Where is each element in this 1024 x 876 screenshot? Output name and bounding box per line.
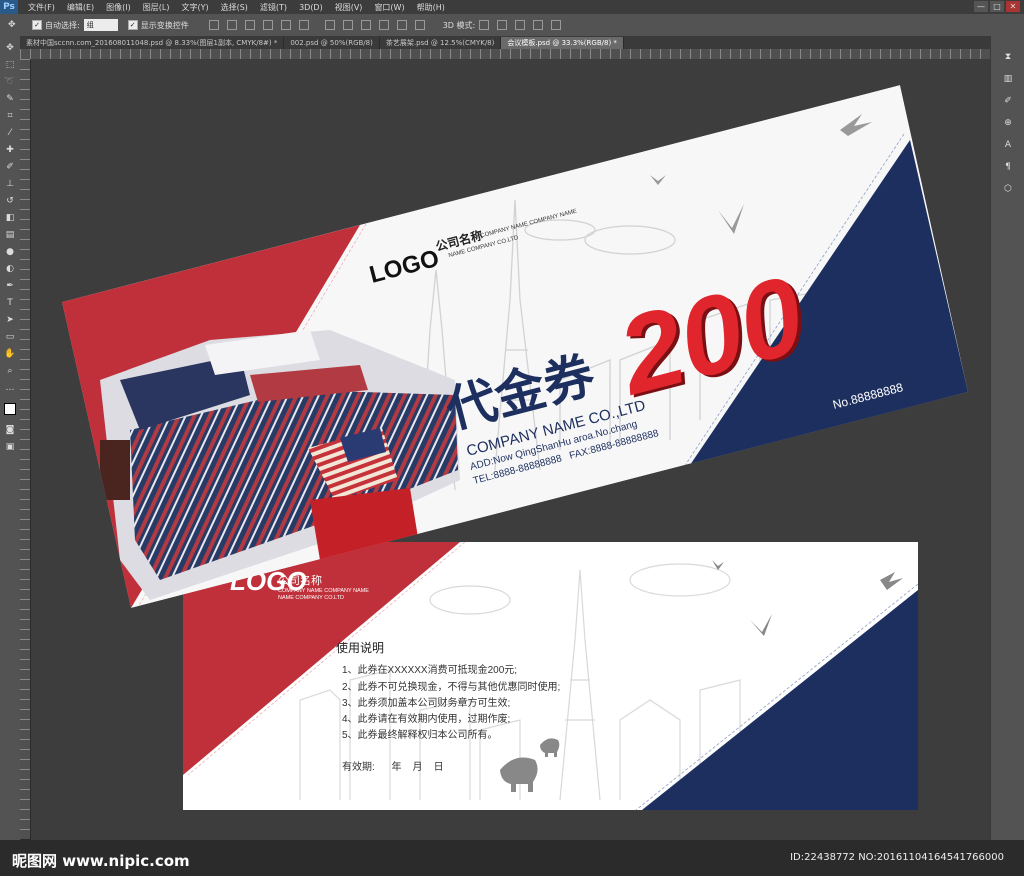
distribute-center-icon[interactable] — [396, 20, 407, 30]
distribute-bottom-icon[interactable] — [360, 20, 371, 30]
photoshop-logo-icon: Ps — [0, 0, 18, 14]
3d-pan-icon[interactable] — [515, 20, 526, 30]
type-tool-icon[interactable]: T — [3, 296, 17, 310]
back-company-en-2: NAME COMPANY CO.LTD — [278, 595, 344, 601]
quick-select-tool-icon[interactable]: ✎ — [3, 92, 17, 106]
maximize-button[interactable]: □ — [990, 1, 1004, 12]
character-panel-icon[interactable]: A — [1000, 138, 1016, 152]
align-center-icon[interactable] — [280, 20, 291, 30]
auto-select-dropdown[interactable]: 组 — [83, 19, 118, 31]
menu-filter[interactable]: 滤镜(T) — [260, 2, 287, 13]
eyedropper-tool-icon[interactable]: ⁄ — [3, 126, 17, 140]
tab-document-4[interactable]: 会议模板.psd @ 33.3%(RGB/8) * — [501, 37, 624, 49]
show-transform-checkbox[interactable]: ✓ — [127, 20, 138, 30]
voucher-artwork: LOGO 公司名称 COMPANY NAME COMPANY NAME NAME… — [62, 85, 968, 810]
path-select-tool-icon[interactable]: ➤ — [3, 313, 17, 327]
panel-dock: ⧗ ▥ ✐ ⊕ A ¶ ⬡ — [990, 36, 1024, 850]
minimize-button[interactable]: — — [974, 1, 988, 12]
quick-mask-icon[interactable]: ◙ — [3, 423, 17, 437]
document-tabs: 素材中国sccnn.com_20160801104​8.psd @ 8.33%(… — [20, 37, 990, 49]
3d-slide-icon[interactable] — [533, 20, 544, 30]
brush-tool-icon[interactable]: ✐ — [3, 160, 17, 174]
instructions-title: 使用说明 — [336, 640, 384, 655]
menu-layer[interactable]: 图层(L) — [143, 2, 170, 13]
instruction-3: 3、此券须加盖本公司财务章方可生效; — [342, 696, 510, 709]
lasso-tool-icon[interactable]: ➰ — [3, 75, 17, 89]
clone-source-panel-icon[interactable]: ⊕ — [1000, 116, 1016, 130]
menu-view[interactable]: 视图(V) — [335, 2, 363, 13]
move-tool-icon[interactable]: ✥ — [3, 41, 17, 55]
close-button[interactable]: ✕ — [1006, 1, 1020, 12]
show-transform-label: 显示变换控件 — [140, 20, 189, 30]
instruction-2: 2、此券不可兑换现金，不得与其他优惠同时使用; — [342, 680, 560, 693]
brush-panel-icon[interactable]: ✐ — [1000, 94, 1016, 108]
front-card: LOGO 公司名称 COMPANY NAME COMPANY NAME NAME… — [62, 85, 968, 608]
nipic-site-label: 昵图网 www.nipic.com — [12, 852, 190, 870]
mode-3d-label: 3D 模式: — [442, 20, 476, 30]
back-company-en-1: COMPANY NAME COMPANY NAME — [278, 588, 369, 594]
distribute-middle-icon[interactable] — [342, 20, 353, 30]
align-left-icon[interactable] — [262, 20, 273, 30]
menu-file[interactable]: 文件(F) — [28, 2, 55, 13]
menu-type[interactable]: 文字(Y) — [181, 2, 208, 13]
tools-panel: ✥ ⬚ ➰ ✎ ⌗ ⁄ ✚ ✐ ⊥ ↺ ◧ ▤ ● ◐ ✒ T ➤ ▭ ✋ ⌕ … — [0, 36, 21, 844]
menu-help[interactable]: 帮助(H) — [417, 2, 445, 13]
menu-window[interactable]: 窗口(W) — [374, 2, 404, 13]
auto-select-checkbox[interactable]: ✓ — [32, 20, 42, 30]
eraser-tool-icon[interactable]: ◧ — [3, 211, 17, 225]
zoom-tool-icon[interactable]: ⌕ — [3, 364, 17, 378]
gradient-tool-icon[interactable]: ▤ — [3, 228, 17, 242]
document-canvas[interactable]: LOGO 公司名称 COMPANY NAME COMPANY NAME NAME… — [31, 59, 990, 840]
validity-line: 有效期: 年 月 日 — [342, 760, 444, 773]
auto-select-label: 自动选择: — [45, 20, 80, 30]
align-bottom-icon[interactable] — [244, 20, 255, 30]
pen-tool-icon[interactable]: ✒ — [3, 279, 17, 293]
dodge-tool-icon[interactable]: ◐ — [3, 262, 17, 276]
options-bar: ✥ ✓ 自动选择: 组 ✓ 显示变换控件 3D 模式: — [0, 14, 1024, 37]
menu-image[interactable]: 图像(I) — [106, 2, 131, 13]
image-id-label: ID:22438772 NO:20161104164541766000 — [790, 852, 1004, 863]
healing-brush-tool-icon[interactable]: ✚ — [3, 143, 17, 157]
distribute-right-icon[interactable] — [414, 20, 425, 30]
tab-document-3[interactable]: 茶艺展架.psd @ 12.5%(CMYK/8) — [380, 37, 502, 49]
instruction-4: 4、此券请在有效期内使用，过期作废; — [342, 712, 510, 725]
hand-tool-icon[interactable]: ✋ — [3, 347, 17, 361]
3d-scale-icon[interactable] — [551, 20, 562, 30]
back-card: LOGO 公司名称 COMPANY NAME COMPANY NAME NAME… — [183, 541, 918, 810]
more-tools-icon[interactable]: … — [3, 381, 17, 395]
instruction-5: 5、此券最终解释权归本公司所有。 — [342, 728, 498, 741]
distribute-left-icon[interactable] — [378, 20, 389, 30]
menu-edit[interactable]: 编辑(E) — [67, 2, 94, 13]
tab-document-2[interactable]: 002.psd @ 50%(RGB/8) — [284, 37, 380, 49]
distribute-top-icon[interactable] — [324, 20, 335, 30]
clone-stamp-tool-icon[interactable]: ⊥ — [3, 177, 17, 191]
history-panel-icon[interactable]: ⧗ — [1000, 50, 1016, 64]
instruction-1: 1、此券在XXXXXX消费可抵现金200元; — [342, 663, 517, 676]
tab-document-1[interactable]: 素材中国sccnn.com_20160801104​8.psd @ 8.33%(… — [20, 37, 285, 49]
history-brush-tool-icon[interactable]: ↺ — [3, 194, 17, 208]
3d-rotate-icon[interactable] — [479, 20, 490, 30]
rectangle-tool-icon[interactable]: ▭ — [3, 330, 17, 344]
paragraph-panel-icon[interactable]: ¶ — [1000, 160, 1016, 174]
3d-roll-icon[interactable] — [497, 20, 508, 30]
align-top-icon[interactable] — [208, 20, 219, 30]
watermark-footer: 昵图网 www.nipic.com ID:22438772 NO:2016110… — [0, 840, 1024, 876]
align-right-icon[interactable] — [298, 20, 309, 30]
3d-panel-icon[interactable]: ⬡ — [1000, 182, 1016, 196]
screen-mode-icon[interactable]: ▣ — [3, 440, 17, 454]
foreground-color-swatch[interactable] — [4, 403, 16, 415]
menu-bar: Ps 文件(F) 编辑(E) 图像(I) 图层(L) 文字(Y) 选择(S) 滤… — [0, 0, 1024, 14]
marquee-tool-icon[interactable]: ⬚ — [3, 58, 17, 72]
align-middle-icon[interactable] — [226, 20, 237, 30]
back-company-cn: 公司名称 — [278, 573, 322, 587]
blur-tool-icon[interactable]: ● — [3, 245, 17, 259]
crop-tool-icon[interactable]: ⌗ — [3, 109, 17, 123]
move-tool-icon[interactable]: ✥ — [8, 20, 18, 30]
menu-3d[interactable]: 3D(D) — [299, 3, 323, 12]
properties-panel-icon[interactable]: ▥ — [1000, 72, 1016, 86]
menu-select[interactable]: 选择(S) — [221, 2, 248, 13]
vertical-ruler[interactable] — [20, 59, 30, 839]
